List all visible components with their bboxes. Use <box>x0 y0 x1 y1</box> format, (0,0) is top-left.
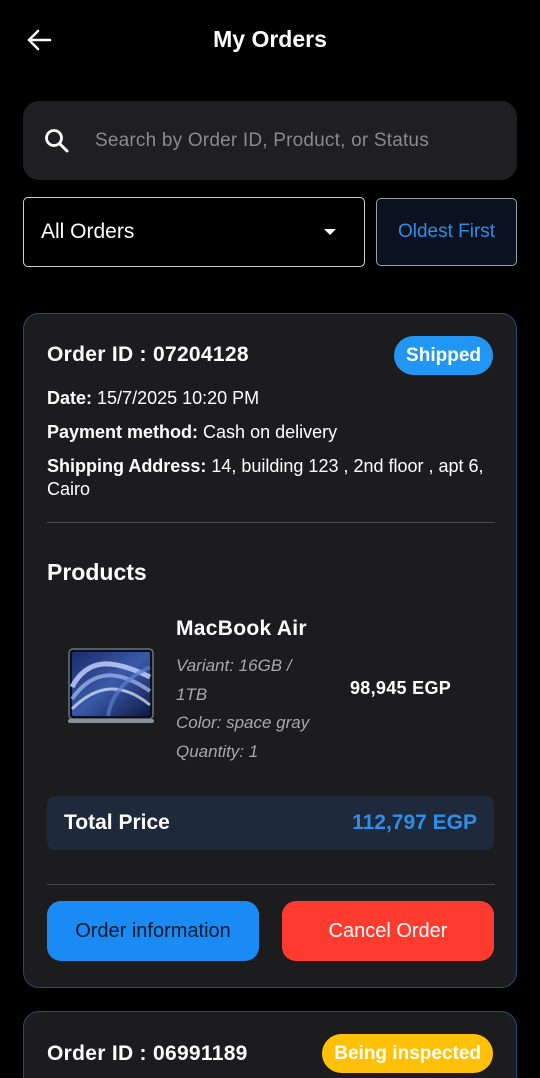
search-bar[interactable] <box>23 101 517 180</box>
order-id: Order ID : 06991189 <box>47 1042 248 1065</box>
divider <box>47 522 495 523</box>
product-details: Variant: 16GB / 1TB Color: space gray Qu… <box>176 652 326 766</box>
shipping-label: Shipping Address: <box>47 456 207 476</box>
cancel-order-button[interactable]: Cancel Order <box>282 901 494 961</box>
product-price: 98,945 EGP <box>350 678 452 698</box>
divider <box>47 884 495 885</box>
order-date: Date: 15/7/2025 10:20 PM <box>47 387 497 410</box>
status-badge: Shipped <box>394 336 493 375</box>
order-filter-dropdown[interactable]: All Orders <box>23 197 365 267</box>
search-icon <box>43 127 71 155</box>
order-card: Order ID : 06991189 Being inspected <box>23 1011 517 1078</box>
app-bar: My Orders <box>0 0 540 80</box>
payment-value: Cash on delivery <box>203 422 338 442</box>
date-value: 15/7/2025 10:20 PM <box>97 388 260 408</box>
total-price-value: 112,797 EGP <box>352 811 477 834</box>
order-card: Order ID : 07204128 Shipped Date: 15/7/2… <box>23 313 517 988</box>
payment-label: Payment method: <box>47 422 199 442</box>
order-information-button[interactable]: Order information <box>47 901 259 961</box>
total-price-label: Total Price <box>64 811 170 834</box>
product-image <box>68 647 154 727</box>
order-shipping-address: Shipping Address: 14, building 123 , 2nd… <box>47 455 497 501</box>
page-title: My Orders <box>213 26 327 52</box>
product-name: MacBook Air <box>176 617 307 640</box>
search-input[interactable] <box>95 129 517 152</box>
sort-order-button[interactable]: Oldest First <box>376 198 517 266</box>
product-color: Color: space gray <box>176 713 310 732</box>
products-heading: Products <box>47 559 147 585</box>
order-id: Order ID : 07204128 <box>47 343 249 366</box>
filter-selected-value: All Orders <box>41 220 135 243</box>
product-variant: Variant: 16GB / 1TB <box>176 656 292 704</box>
status-badge: Being inspected <box>322 1034 493 1073</box>
order-payment-method: Payment method: Cash on delivery <box>47 421 497 444</box>
date-label: Date: <box>47 388 93 408</box>
total-price-bar: Total Price 112,797 EGP <box>47 796 494 850</box>
caret-down-icon <box>324 229 336 235</box>
product-quantity: Quantity: 1 <box>176 741 259 761</box>
